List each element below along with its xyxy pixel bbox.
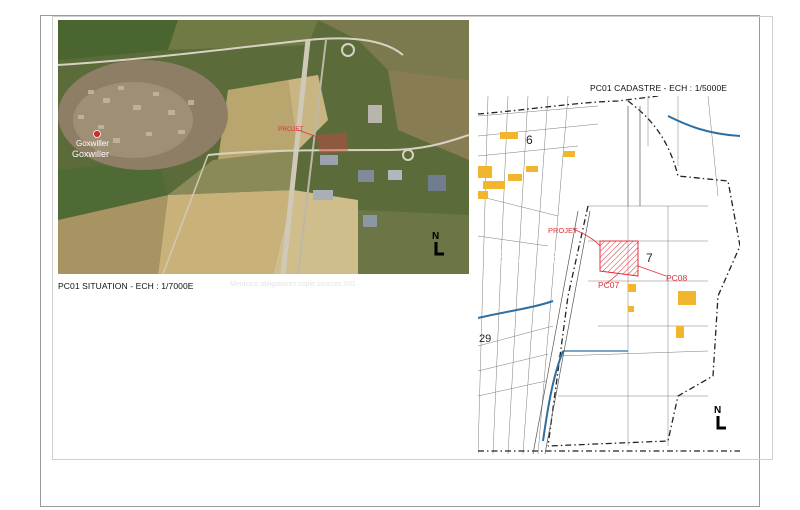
- aerial-svg: Goxwiller Goxwiller PROJET N: [58, 20, 469, 274]
- projet-label: PROJET: [548, 226, 578, 235]
- north-label: N: [714, 405, 721, 416]
- town-pin-icon: [93, 130, 101, 138]
- town-label: Goxwiller: [76, 139, 109, 148]
- cadastre-svg: 6 7 29 PROJET PC07 PC08 N: [478, 96, 740, 454]
- pc08-label: PC08: [666, 273, 688, 283]
- north-label: N: [432, 231, 439, 242]
- field: [218, 80, 298, 160]
- cadastre-caption: PC01 CADASTRE - ECH : 1/5000E: [590, 83, 728, 93]
- projet-parcel: [599, 240, 639, 277]
- parcel-number-29: 29: [479, 333, 491, 345]
- pc07-label: PC07: [598, 280, 620, 290]
- situation-caption: PC01 SITUATION - ECH : 1/7000E: [58, 281, 194, 291]
- watermark: auche: [496, 244, 563, 269]
- cadastre-map: 6 7 29 PROJET PC07 PC08 N: [478, 96, 740, 454]
- parcel-number-6: 6: [526, 133, 533, 147]
- town-label-large: Goxwiller: [72, 149, 109, 159]
- situation-aerial-map: Goxwiller Goxwiller PROJET N: [58, 20, 469, 274]
- parcel-number-7: 7: [646, 251, 653, 265]
- cadastre-base: [478, 96, 740, 454]
- faint-source-text: Mentions obligatoires copie sources SIG: [230, 281, 356, 288]
- projet-area: [316, 132, 348, 154]
- projet-label: PROJET: [278, 126, 304, 133]
